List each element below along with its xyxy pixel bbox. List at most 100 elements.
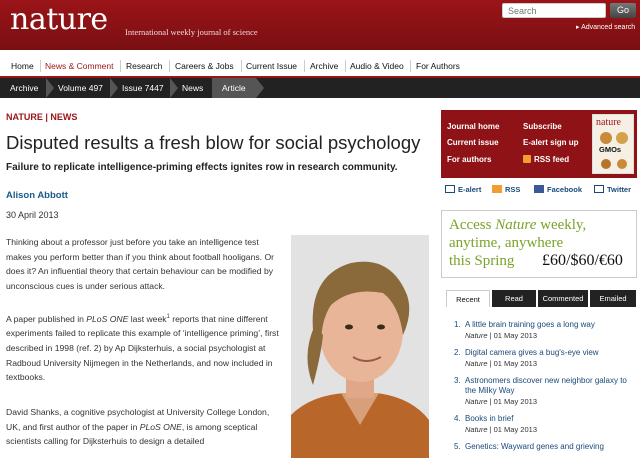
- item-title[interactable]: Books in brief: [465, 414, 640, 424]
- cover-art-icon: [601, 159, 627, 169]
- tab-commented[interactable]: Commented: [538, 290, 588, 307]
- item-meta: Nature | 01 May 2013: [465, 425, 537, 434]
- search-input[interactable]: [502, 3, 606, 18]
- journal-name: PLoS ONE: [86, 313, 129, 324]
- nav-divider: [120, 60, 121, 72]
- envelope-icon: [445, 185, 455, 193]
- list-item[interactable]: 5. Genetics: Wayward genes and grieving: [454, 442, 640, 454]
- rss-feed-link[interactable]: RSS feed: [523, 155, 569, 164]
- site-header: nature International weekly journal of s…: [0, 0, 640, 50]
- tab-recent[interactable]: Recent: [446, 290, 490, 307]
- journal-name: PLoS ONE: [139, 421, 182, 432]
- breadcrumb-article[interactable]: Article: [212, 78, 256, 98]
- article-title: Disputed results a fresh blow for social…: [6, 132, 421, 153]
- nav-divider: [410, 60, 411, 72]
- nav-for-authors[interactable]: For Authors: [412, 56, 464, 76]
- search-go-button[interactable]: Go: [610, 3, 636, 18]
- breadcrumb-archive[interactable]: Archive: [0, 78, 38, 98]
- nav-divider: [169, 60, 170, 72]
- article-paragraph: A paper published in PLoS ONE last week1…: [6, 310, 284, 385]
- for-authors-link[interactable]: For authors: [447, 155, 491, 164]
- nav-audio-video[interactable]: Audio & Video: [346, 56, 408, 76]
- subscribe-link[interactable]: Subscribe: [523, 122, 562, 131]
- cover-headline: GMOs: [599, 145, 622, 154]
- item-number: 5.: [454, 442, 461, 451]
- item-number: 2.: [454, 348, 461, 357]
- item-date: | 01 May 2013: [487, 397, 537, 406]
- item-meta: Nature | 01 May 2013: [465, 359, 537, 368]
- tab-read[interactable]: Read: [492, 290, 536, 307]
- article-paragraph: David Shanks, a cognitive psychologist a…: [6, 405, 284, 449]
- nav-divider: [304, 60, 305, 72]
- current-issue-cover[interactable]: nature GMOs: [592, 114, 634, 174]
- item-meta: Nature | 01 May 2013: [465, 331, 537, 340]
- article-date: 30 April 2013: [6, 210, 59, 220]
- item-date: | 01 May 2013: [487, 331, 537, 340]
- article-photo: [291, 235, 429, 458]
- breadcrumb-news[interactable]: News: [172, 78, 203, 98]
- share-twitter[interactable]: Twitter: [594, 185, 631, 197]
- current-issue-link[interactable]: Current issue: [447, 138, 499, 147]
- share-rss[interactable]: RSS: [492, 185, 520, 197]
- share-twitter-label: Twitter: [607, 185, 632, 194]
- text-run: reports that nine different experiments …: [6, 313, 279, 383]
- item-journal: Nature: [465, 425, 488, 434]
- nav-home[interactable]: Home: [7, 56, 38, 76]
- breadcrumb-volume[interactable]: Volume 497: [48, 78, 103, 98]
- item-title[interactable]: Astronomers discover new neighbor galaxy…: [465, 376, 640, 396]
- list-item[interactable]: 1. A little brain training goes a long w…: [454, 320, 640, 342]
- rss-icon: [492, 185, 502, 193]
- item-title[interactable]: Genetics: Wayward genes and grieving: [465, 442, 640, 452]
- share-ealert-label: E-alert: [458, 185, 482, 194]
- item-title[interactable]: Digital camera gives a bug's-eye view: [465, 348, 640, 358]
- item-date: | 01 May 2013: [487, 425, 537, 434]
- item-date: | 01 May 2013: [487, 359, 537, 368]
- site-tagline: International weekly journal of science: [125, 27, 258, 37]
- item-journal: Nature: [465, 331, 488, 340]
- item-number: 4.: [454, 414, 461, 423]
- popular-tabs: Recent Read Commented Emailed: [446, 290, 636, 307]
- nav-current-issue[interactable]: Current Issue: [242, 56, 301, 76]
- primary-nav: Home News & Comment Research Careers & J…: [0, 56, 640, 76]
- cover-masthead: nature: [596, 117, 621, 128]
- share-rss-label: RSS: [505, 185, 521, 194]
- item-meta: Nature | 01 May 2013: [465, 397, 537, 406]
- nav-research[interactable]: Research: [122, 56, 166, 76]
- ad-headline: Access Nature weekly,: [449, 217, 586, 234]
- nav-archive[interactable]: Archive: [306, 56, 342, 76]
- text-run: last week: [128, 313, 167, 324]
- article-paragraph: Thinking about a professor just before y…: [6, 237, 274, 291]
- item-title[interactable]: A little brain training goes a long way: [465, 320, 640, 330]
- item-number: 3.: [454, 376, 461, 385]
- nav-careers-jobs[interactable]: Careers & Jobs: [171, 56, 238, 76]
- article-author[interactable]: Alison Abbott: [6, 190, 68, 201]
- ad-journal-name: Nature: [495, 217, 537, 233]
- ad-text: Access: [449, 217, 496, 233]
- share-ealert[interactable]: E-alert: [445, 185, 481, 197]
- rss-icon: [523, 155, 531, 163]
- share-facebook[interactable]: Facebook: [534, 185, 582, 197]
- article-standfirst: Failure to replicate intelligence-primin…: [6, 162, 398, 173]
- breadcrumb: Archive Volume 497 Issue 7447 News Artic…: [0, 78, 640, 98]
- facebook-icon: [534, 185, 544, 193]
- list-item[interactable]: 4. Books in brief Nature | 01 May 2013: [454, 414, 640, 436]
- advanced-search-link[interactable]: ▸ Advanced search: [576, 23, 635, 31]
- breadcrumb-issue[interactable]: Issue 7447: [112, 78, 164, 98]
- breadcrumb-separator: [256, 78, 264, 98]
- section-label[interactable]: NATURE | NEWS: [6, 112, 77, 122]
- text-run: A paper published in: [6, 313, 87, 324]
- journal-home-link[interactable]: Journal home: [447, 122, 499, 131]
- nav-news-comment[interactable]: News & Comment: [41, 56, 118, 76]
- portrait-illustration: [291, 235, 429, 458]
- list-item[interactable]: 3. Astronomers discover new neighbor gal…: [454, 376, 640, 408]
- rss-feed-label: RSS feed: [534, 155, 570, 164]
- ad-text: weekly,: [536, 217, 587, 233]
- list-item[interactable]: 2. Digital camera gives a bug's-eye view…: [454, 348, 640, 370]
- ad-price-text: £60/$60/€60: [542, 252, 623, 269]
- ealert-signup-link[interactable]: E-alert sign up: [523, 138, 579, 147]
- site-logo[interactable]: nature: [10, 2, 108, 37]
- tab-emailed[interactable]: Emailed: [590, 290, 636, 307]
- item-journal: Nature: [465, 359, 488, 368]
- share-facebook-label: Facebook: [547, 185, 583, 194]
- ad-subline: anytime, anywhere: [449, 235, 564, 251]
